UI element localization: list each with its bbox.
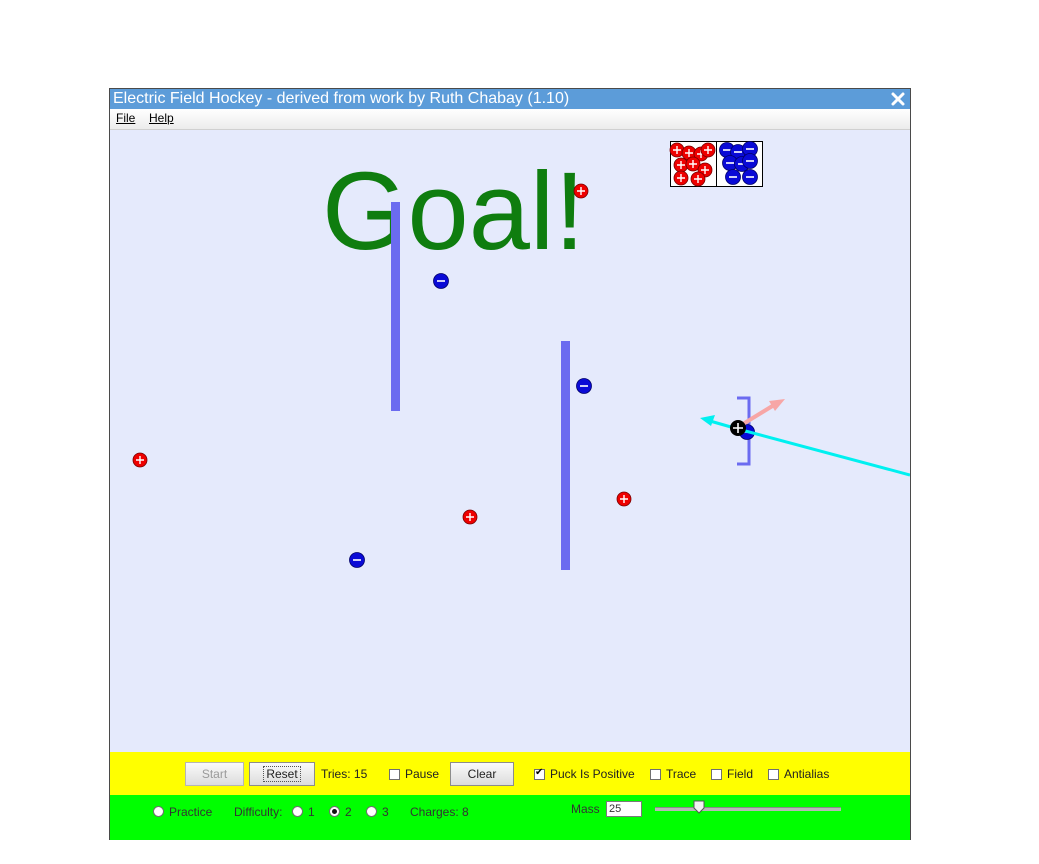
app-window: Electric Field Hockey - derived from wor… bbox=[109, 88, 911, 840]
difficulty-1-radio[interactable] bbox=[292, 806, 303, 817]
puck-is-positive-checkbox[interactable] bbox=[534, 767, 545, 780]
reset-button[interactable]: Reset bbox=[249, 762, 315, 786]
clear-button[interactable]: Clear bbox=[450, 762, 514, 786]
difficulty-2-label: 2 bbox=[345, 805, 352, 819]
mass-label: Mass bbox=[571, 802, 600, 816]
tries-counter: Tries: 15 bbox=[321, 767, 368, 781]
field-checkbox[interactable] bbox=[711, 769, 722, 780]
field-label: Field bbox=[727, 767, 754, 781]
barrier-wall bbox=[561, 341, 570, 570]
start-button[interactable]: Start bbox=[185, 762, 244, 786]
difficulty-3-radio[interactable] bbox=[366, 806, 377, 817]
title-bar[interactable]: Electric Field Hockey - derived from wor… bbox=[110, 89, 910, 109]
close-icon[interactable] bbox=[890, 90, 906, 108]
positive-charge[interactable] bbox=[462, 509, 478, 525]
barrier-wall bbox=[391, 202, 400, 411]
window-title: Electric Field Hockey - derived from wor… bbox=[113, 90, 570, 107]
trace-label: Trace bbox=[666, 767, 697, 781]
hockey-rink[interactable]: Goal! bbox=[110, 130, 910, 752]
goal-banner: Goal! bbox=[322, 150, 585, 273]
pause-checkbox[interactable] bbox=[389, 769, 400, 780]
practice-radio[interactable] bbox=[153, 806, 164, 817]
negative-charge[interactable] bbox=[348, 551, 366, 569]
negative-charge[interactable] bbox=[432, 272, 450, 290]
mass-slider-thumb[interactable] bbox=[693, 800, 705, 814]
difficulty-label: Difficulty: bbox=[234, 805, 283, 819]
positive-charge[interactable] bbox=[616, 491, 632, 507]
puck-is-positive-label: Puck Is Positive bbox=[550, 767, 635, 781]
positive-charge[interactable] bbox=[573, 183, 589, 199]
menu-file[interactable]: File bbox=[116, 111, 135, 125]
positive-charge[interactable] bbox=[132, 452, 148, 468]
reset-label: Reset bbox=[263, 766, 301, 782]
charges-counter: Charges: 8 bbox=[410, 805, 469, 819]
trace-checkbox[interactable] bbox=[650, 769, 661, 780]
control-bar: Start Reset Tries: 15 Pause Clear Puck I… bbox=[110, 752, 910, 795]
charge-palette[interactable] bbox=[669, 140, 763, 187]
settings-bar: Practice Difficulty: 1 2 3 Charges: 8 Ma… bbox=[110, 795, 910, 840]
mass-input[interactable]: 25 bbox=[606, 801, 642, 817]
pause-label: Pause bbox=[405, 767, 440, 781]
mass-slider-track[interactable] bbox=[655, 807, 841, 811]
difficulty-1-label: 1 bbox=[308, 805, 315, 819]
menu-help[interactable]: Help bbox=[149, 111, 174, 125]
antialias-checkbox[interactable] bbox=[768, 769, 779, 780]
negative-charge-pile[interactable] bbox=[718, 140, 759, 186]
practice-label: Practice bbox=[169, 805, 213, 819]
puck[interactable] bbox=[730, 420, 746, 436]
difficulty-2-radio[interactable] bbox=[329, 806, 340, 817]
rink-drawing: Goal! bbox=[132, 140, 910, 570]
antialias-label: Antialias bbox=[784, 767, 830, 781]
difficulty-3-label: 3 bbox=[382, 805, 389, 819]
negative-charge[interactable] bbox=[575, 377, 593, 395]
menu-bar: File Help bbox=[110, 109, 910, 130]
